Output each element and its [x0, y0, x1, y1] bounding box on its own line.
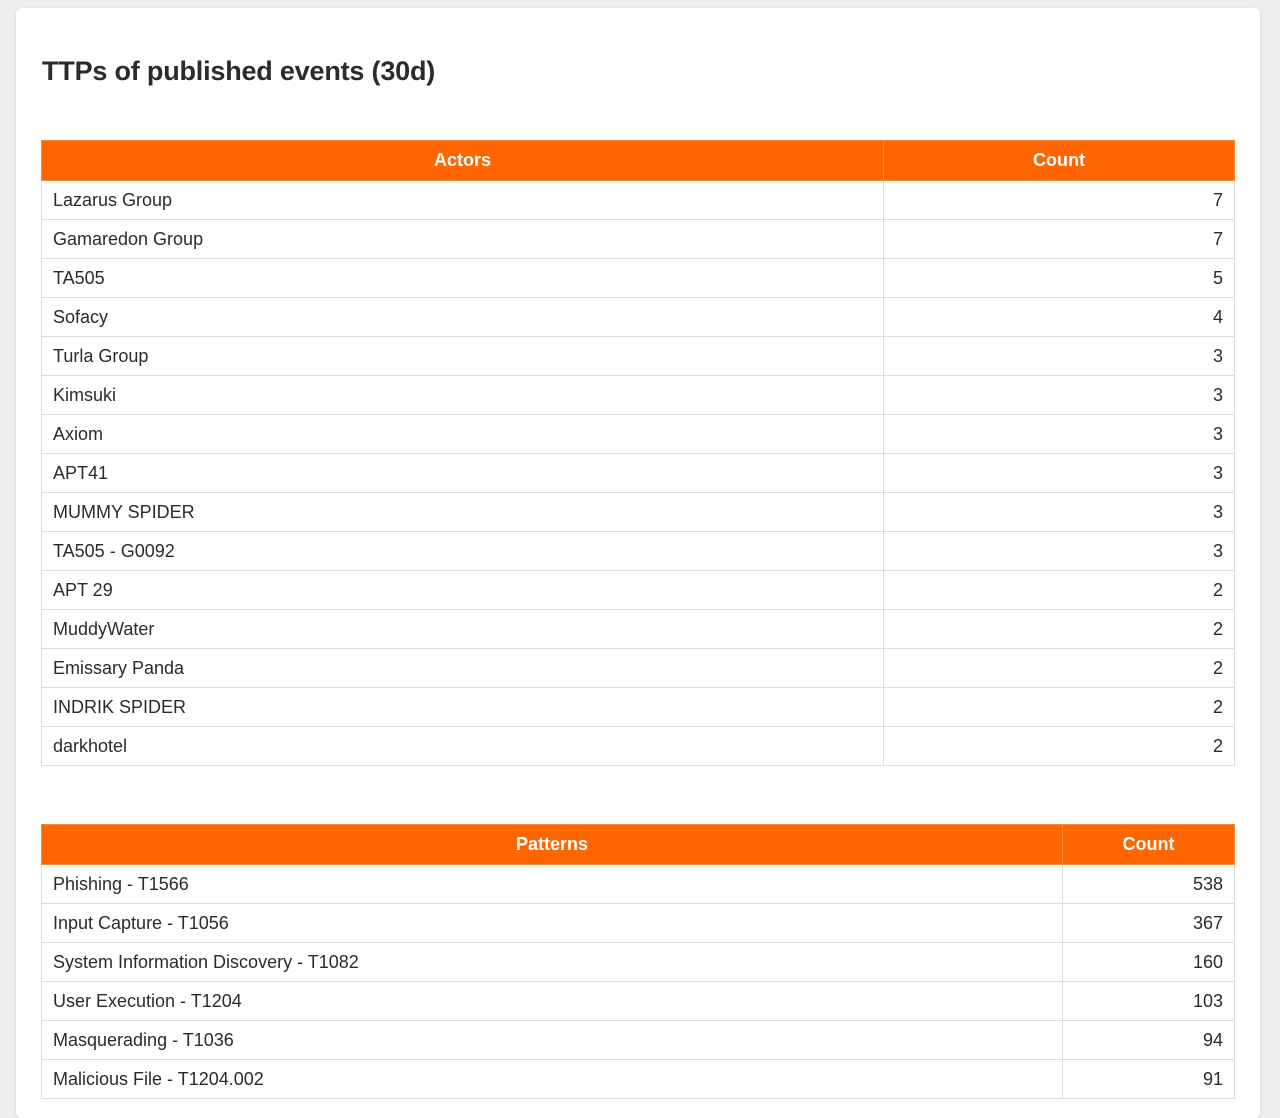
actor-row[interactable]: Axiom 3 [41, 414, 1235, 454]
page-title: TTPs of published events (30d) [42, 56, 436, 86]
actor-name-cell: Gamaredon Group [41, 219, 884, 259]
actor-name-cell: Turla Group [41, 336, 884, 376]
pattern-count-cell: 367 [1062, 903, 1235, 943]
patterns-table-body: Phishing - T1566 538 Input Capture - T1056… [41, 864, 1235, 1099]
actor-count-cell: 2 [883, 570, 1235, 610]
actor-row[interactable]: MUMMY SPIDER 3 [41, 492, 1235, 532]
actor-count-cell: 3 [883, 414, 1235, 454]
actor-name-cell: Lazarus Group [41, 180, 884, 220]
actor-count-cell: 5 [883, 258, 1235, 298]
patterns-count-column-header[interactable]: Count [1062, 824, 1235, 865]
actor-count-cell: 2 [883, 687, 1235, 727]
actor-row[interactable]: Lazarus Group 7 [41, 180, 1235, 220]
actor-count-cell: 2 [883, 726, 1235, 766]
actor-row[interactable]: Kimsuki 3 [41, 375, 1235, 415]
actor-row[interactable]: TA505 - G0092 3 [41, 531, 1235, 571]
actor-name-cell: APT41 [41, 453, 884, 493]
actor-row[interactable]: APT41 3 [41, 453, 1235, 493]
pattern-name-cell: User Execution - T1204 [41, 981, 1063, 1021]
pattern-row[interactable]: Malicious File - T1204.002 91 [41, 1059, 1235, 1099]
pattern-row[interactable]: Input Capture - T1056 367 [41, 903, 1235, 943]
actor-row[interactable]: APT 29 2 [41, 570, 1235, 610]
actor-count-cell: 7 [883, 219, 1235, 259]
patterns-header-row: Patterns Count [41, 824, 1235, 865]
actor-name-cell: darkhotel [41, 726, 884, 766]
pattern-name-cell: System Information Discovery - T1082 [41, 942, 1063, 982]
pattern-count-cell: 160 [1062, 942, 1235, 982]
dashboard-card: TTPs of published events (30d) Actors Co… [16, 8, 1260, 1118]
actor-name-cell: TA505 - G0092 [41, 531, 884, 571]
actor-count-cell: 3 [883, 453, 1235, 493]
actor-name-cell: MUMMY SPIDER [41, 492, 884, 532]
actor-name-cell: MuddyWater [41, 609, 884, 649]
actor-row[interactable]: darkhotel 2 [41, 726, 1235, 766]
actor-name-cell: Axiom [41, 414, 884, 454]
pattern-count-cell: 91 [1062, 1059, 1235, 1099]
actor-name-cell: Emissary Panda [41, 648, 884, 688]
actor-count-cell: 3 [883, 492, 1235, 532]
actors-column-header[interactable]: Actors [41, 140, 884, 181]
actor-count-cell: 3 [883, 336, 1235, 376]
pattern-count-cell: 538 [1062, 864, 1235, 904]
actor-row[interactable]: MuddyWater 2 [41, 609, 1235, 649]
actor-count-cell: 7 [883, 180, 1235, 220]
actor-count-cell: 2 [883, 609, 1235, 649]
actor-row[interactable]: TA505 5 [41, 258, 1235, 298]
actors-table-body: Lazarus Group 7 Gamaredon Group 7 TA505 5 Sofa… [41, 180, 1235, 766]
actor-name-cell: APT 29 [41, 570, 884, 610]
actor-name-cell: INDRIK SPIDER [41, 687, 884, 727]
actor-row[interactable]: INDRIK SPIDER 2 [41, 687, 1235, 727]
actor-row[interactable]: Emissary Panda 2 [41, 648, 1235, 688]
actor-name-cell: TA505 [41, 258, 884, 298]
actor-row[interactable]: Gamaredon Group 7 [41, 219, 1235, 259]
actor-row[interactable]: Sofacy 4 [41, 297, 1235, 337]
pattern-name-cell: Phishing - T1566 [41, 864, 1063, 904]
pattern-name-cell: Input Capture - T1056 [41, 903, 1063, 943]
pattern-row[interactable]: System Information Discovery - T1082 160 [41, 942, 1235, 982]
actors-header-row: Actors Count [41, 140, 1235, 181]
pattern-row[interactable]: User Execution - T1204 103 [41, 981, 1235, 1021]
actor-count-cell: 4 [883, 297, 1235, 337]
pattern-count-cell: 94 [1062, 1020, 1235, 1060]
actor-count-cell: 3 [883, 531, 1235, 571]
actors-count-column-header[interactable]: Count [883, 140, 1235, 181]
pattern-count-cell: 103 [1062, 981, 1235, 1021]
actor-count-cell: 3 [883, 375, 1235, 415]
actor-count-cell: 2 [883, 648, 1235, 688]
patterns-column-header[interactable]: Patterns [41, 824, 1063, 865]
patterns-table: Patterns Count Phishing - T1566 538 Input … [41, 824, 1235, 1099]
actors-table: Actors Count Lazarus Group 7 Gamaredon Gro… [41, 140, 1235, 766]
pattern-row[interactable]: Phishing - T1566 538 [41, 864, 1235, 904]
pattern-name-cell: Masquerading - T1036 [41, 1020, 1063, 1060]
actor-name-cell: Kimsuki [41, 375, 884, 415]
pattern-name-cell: Malicious File - T1204.002 [41, 1059, 1063, 1099]
actor-row[interactable]: Turla Group 3 [41, 336, 1235, 376]
actor-name-cell: Sofacy [41, 297, 884, 337]
pattern-row[interactable]: Masquerading - T1036 94 [41, 1020, 1235, 1060]
